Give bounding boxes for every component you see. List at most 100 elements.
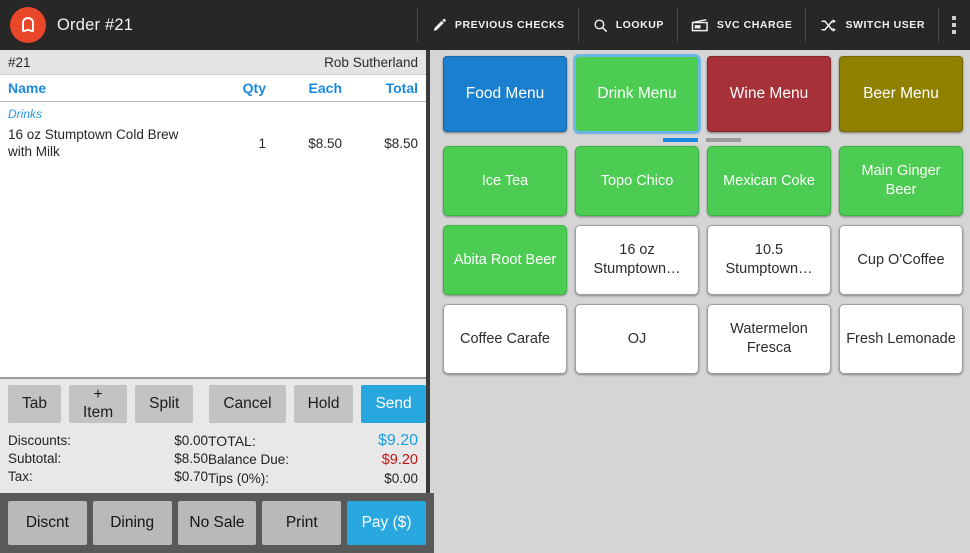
discounts-label: Discounts: — [8, 433, 71, 448]
tips-label: Tips (0%): — [208, 471, 269, 486]
tab-drink-menu[interactable]: Drink Menu — [575, 56, 699, 132]
no-sale-button[interactable]: No Sale — [178, 501, 257, 545]
lookup-button[interactable]: LOOKUP — [579, 8, 678, 42]
top-app-bar: Order #21 PREVIOUS CHECKS — [0, 0, 970, 50]
toast-logo-icon — [10, 7, 46, 43]
menu-item-cup-o-coffee[interactable]: Cup O'Coffee — [839, 225, 963, 295]
menu-item-label: Abita Root Beer — [454, 251, 556, 270]
page-dot-1[interactable] — [663, 138, 698, 142]
menu-grid-row: Ice Tea Topo Chico Mexican Coke Main Gin… — [443, 146, 963, 216]
menu-panel: Food Menu Drink Menu Wine Menu Beer Menu… — [434, 50, 970, 553]
total-label: TOTAL: — [208, 433, 256, 449]
column-header-each: Each — [266, 80, 342, 96]
menu-item-label: Main Ginger Beer — [846, 162, 956, 200]
app-logo[interactable]: Order #21 — [10, 7, 133, 43]
dining-button[interactable]: Dining — [93, 501, 172, 545]
tax-label: Tax: — [8, 469, 33, 484]
tab-drink-menu-label: Drink Menu — [597, 85, 676, 103]
tab-button[interactable]: Tab — [8, 385, 61, 423]
previous-checks-label: PREVIOUS CHECKS — [455, 19, 565, 31]
menu-item-topo-chico[interactable]: Topo Chico — [575, 146, 699, 216]
page-dot-2[interactable] — [706, 138, 741, 142]
total-value: $9.20 — [378, 433, 418, 449]
menu-item-label: Mexican Coke — [723, 172, 815, 191]
menu-grid-row: Abita Root Beer 16 oz Stumptown… 10.5 St… — [443, 225, 963, 295]
subtotal-row: Subtotal: $8.50 — [8, 451, 208, 466]
card-swipe-icon — [691, 17, 710, 34]
add-item-button[interactable]: + Item — [69, 385, 127, 423]
pos-app-window: Order #21 PREVIOUS CHECKS — [0, 0, 970, 553]
cancel-button[interactable]: Cancel — [209, 385, 285, 423]
totals-right-column: TOTAL: $9.20 Balance Due: $9.20 Tips (0%… — [208, 433, 418, 486]
check-number: #21 — [8, 55, 31, 70]
totals-panel: Discounts: $0.00 Subtotal: $8.50 Tax: $0… — [0, 429, 426, 493]
menu-item-label: Cup O'Coffee — [857, 251, 944, 270]
menu-item-label: Ice Tea — [482, 172, 529, 191]
discounts-value: $0.00 — [174, 433, 208, 448]
tab-wine-menu[interactable]: Wine Menu — [707, 56, 831, 132]
tab-wine-menu-label: Wine Menu — [730, 85, 808, 103]
item-each: $8.50 — [266, 136, 342, 151]
balance-due-label: Balance Due: — [208, 452, 289, 468]
menu-item-coffee-carafe[interactable]: Coffee Carafe — [443, 304, 567, 374]
menu-item-abita-root-beer[interactable]: Abita Root Beer — [443, 225, 567, 295]
menu-item-ice-tea[interactable]: Ice Tea — [443, 146, 567, 216]
send-button[interactable]: Send — [361, 385, 425, 423]
column-header-name: Name — [8, 80, 204, 96]
item-qty: 1 — [204, 136, 266, 151]
shuffle-icon — [819, 17, 838, 34]
menu-item-label: 10.5 Stumptown… — [714, 241, 824, 279]
item-category-label: Drinks — [0, 102, 426, 123]
menu-item-main-ginger-beer[interactable]: Main Ginger Beer — [839, 146, 963, 216]
balance-due-row: Balance Due: $9.20 — [208, 452, 418, 468]
check-items-list[interactable]: Drinks 16 oz Stumptown Cold Brew with Mi… — [0, 102, 426, 377]
menu-item-16-oz-stumptown[interactable]: 16 oz Stumptown… — [575, 225, 699, 295]
lookup-label: LOOKUP — [616, 19, 664, 31]
check-column-headers: Name Qty Each Total — [0, 75, 426, 102]
menu-item-fresh-lemonade[interactable]: Fresh Lemonade — [839, 304, 963, 374]
svc-charge-button[interactable]: SVC CHARGE — [678, 8, 807, 42]
balance-due-value: $9.20 — [382, 452, 418, 468]
menu-grid-row: Coffee Carafe OJ Watermelon Fresca Fresh… — [443, 304, 963, 374]
column-header-total: Total — [342, 80, 418, 96]
check-action-bar: Tab + Item Split Cancel Hold Send — [0, 377, 426, 429]
item-total: $8.50 — [342, 136, 418, 151]
tax-row: Tax: $0.70 — [8, 469, 208, 484]
subtotal-label: Subtotal: — [8, 451, 61, 466]
menu-item-oj[interactable]: OJ — [575, 304, 699, 374]
table-row[interactable]: 16 oz Stumptown Cold Brew with Milk 1 $8… — [0, 123, 426, 166]
menu-item-label: OJ — [628, 330, 647, 349]
topbar-actions: PREVIOUS CHECKS LOOKUP — [417, 0, 970, 50]
total-row: TOTAL: $9.20 — [208, 433, 418, 449]
pay-button[interactable]: Pay ($) — [347, 501, 426, 545]
switch-user-label: SWITCH USER — [845, 19, 925, 31]
switch-user-button[interactable]: SWITCH USER — [806, 8, 939, 42]
pencil-icon — [431, 17, 448, 34]
previous-checks-button[interactable]: PREVIOUS CHECKS — [417, 8, 579, 42]
menu-item-label: Topo Chico — [601, 172, 674, 191]
svc-charge-label: SVC CHARGE — [717, 19, 793, 31]
bottom-action-bar: Discnt Dining No Sale Print Pay ($) — [0, 493, 434, 553]
menu-item-grid: Ice Tea Topo Chico Mexican Coke Main Gin… — [434, 146, 970, 374]
tab-food-menu[interactable]: Food Menu — [443, 56, 567, 132]
tab-beer-menu[interactable]: Beer Menu — [839, 56, 963, 132]
discounts-row: Discounts: $0.00 — [8, 433, 208, 448]
menu-page-indicator[interactable] — [434, 132, 970, 146]
discount-button[interactable]: Discnt — [8, 501, 87, 545]
hold-button[interactable]: Hold — [294, 385, 354, 423]
menu-item-label: Fresh Lemonade — [846, 330, 956, 349]
menu-item-mexican-coke[interactable]: Mexican Coke — [707, 146, 831, 216]
print-button[interactable]: Print — [262, 501, 341, 545]
server-name: Rob Sutherland — [324, 55, 418, 70]
item-name: 16 oz Stumptown Cold Brew with Milk — [8, 126, 204, 160]
menu-item-watermelon-fresca[interactable]: Watermelon Fresca — [707, 304, 831, 374]
tips-row: Tips (0%): $0.00 — [208, 471, 418, 486]
more-vertical-icon[interactable] — [939, 8, 970, 42]
tab-beer-menu-label: Beer Menu — [863, 85, 939, 103]
totals-left-column: Discounts: $0.00 Subtotal: $8.50 Tax: $0… — [8, 433, 208, 486]
menu-item-10-5-stumptown[interactable]: 10.5 Stumptown… — [707, 225, 831, 295]
column-header-qty: Qty — [204, 80, 266, 96]
split-button[interactable]: Split — [135, 385, 193, 423]
search-icon — [592, 17, 609, 34]
tips-value: $0.00 — [384, 471, 418, 486]
